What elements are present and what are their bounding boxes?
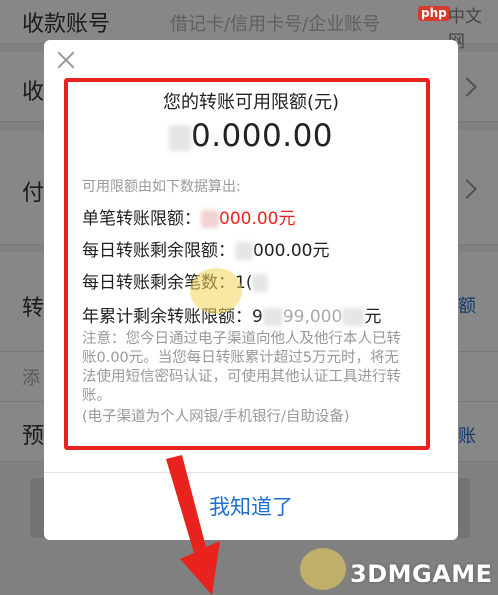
notice-text: 注意：您今日通过电子渠道向他人及他行本人已转账0.00元。当您每日转账累计超过5…	[82, 331, 401, 404]
mascot-watermark-icon	[300, 548, 346, 590]
dialog-title: 您的转账可用限额(元)	[162, 92, 340, 113]
single-limit-value: 000.00元	[219, 209, 296, 229]
available-limit-amount: 0.000.00	[44, 118, 458, 154]
dialog-divider	[44, 472, 458, 473]
yearly-value-prefix: 9	[252, 307, 263, 327]
masked-amount-digit	[168, 124, 191, 151]
3dmgame-watermark: 3DMGAME	[350, 560, 493, 588]
mascot-watermark-icon	[190, 268, 242, 314]
masked-value	[262, 308, 283, 326]
masked-value	[201, 210, 219, 228]
masked-value	[235, 242, 253, 260]
masked-value	[342, 308, 365, 326]
daily-remaining-label: 每日转账剩余限额：	[82, 241, 235, 261]
transfer-notice: 注意：您今日通过电子渠道向他人及他行本人已转账0.00元。当您每日转账累计超过5…	[82, 330, 412, 427]
transfer-limit-dialog: 您的转账可用限额(元) 0.000.00 可用限额由如下数据算出: 单笔转账限额…	[44, 40, 458, 540]
masked-value	[252, 274, 269, 292]
yearly-value-suffix: 元	[364, 307, 382, 327]
single-limit-line: 单笔转账限额： 000.00元	[82, 204, 295, 229]
yearly-value-mid: 99,000	[282, 307, 343, 327]
red-arrow-icon	[166, 455, 220, 595]
daily-remaining-value: 000.00元	[253, 241, 330, 261]
notice-channels: (电子渠道为个人网银/手机银行/自助设备)	[82, 409, 350, 425]
close-icon[interactable]	[54, 48, 78, 72]
single-limit-label: 单笔转账限额：	[82, 209, 201, 229]
confirm-button[interactable]: 我知道了	[44, 474, 458, 540]
available-limit-value: 0.000.00	[190, 118, 334, 154]
limit-source-subtitle: 可用限额由如下数据算出:	[82, 179, 241, 195]
daily-remaining-line: 每日转账剩余限额： 000.00元	[82, 236, 329, 261]
php-watermark-badge: php	[418, 6, 450, 21]
